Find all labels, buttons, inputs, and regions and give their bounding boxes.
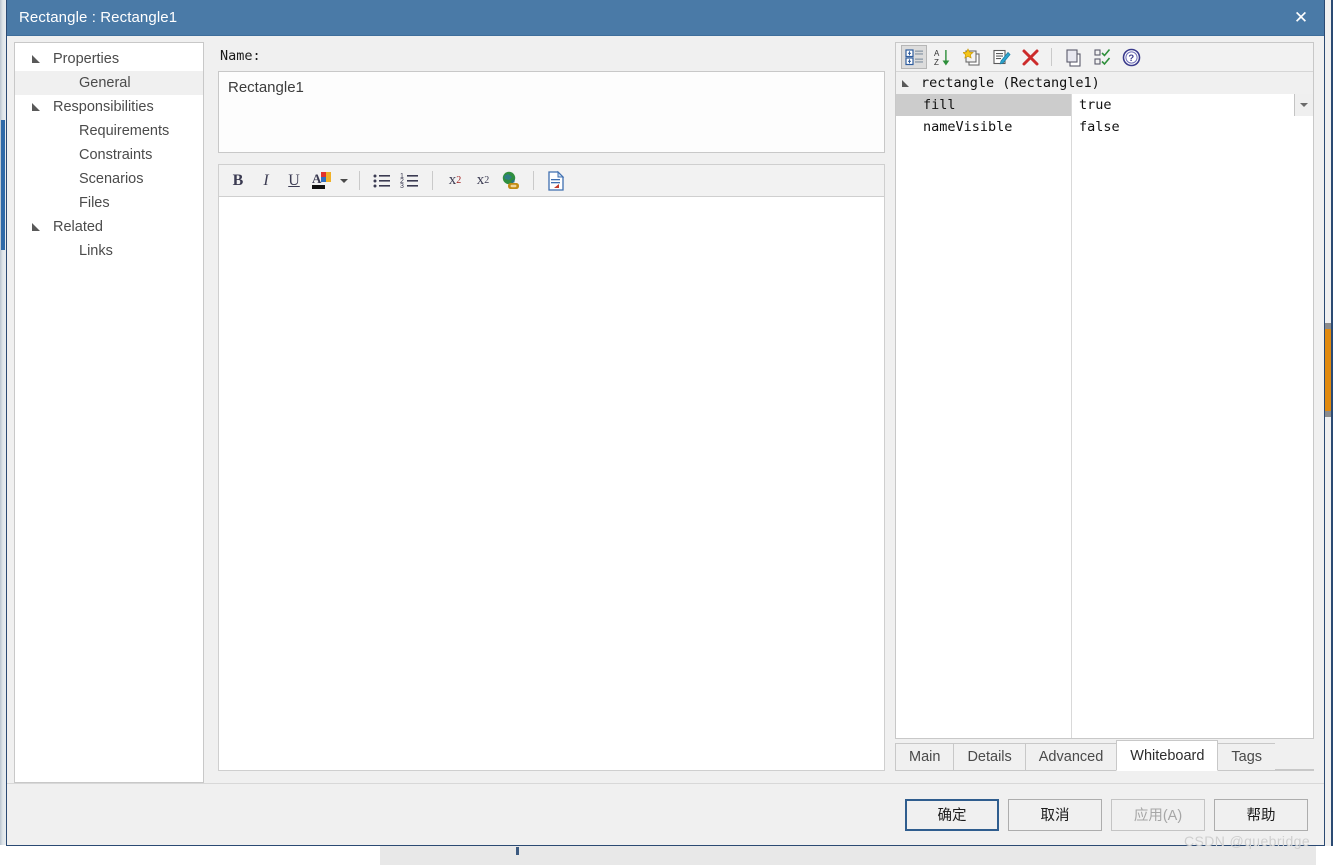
dialog-titlebar: Rectangle : Rectangle1 ✕ [7, 0, 1324, 36]
tab-tags[interactable]: Tags [1217, 743, 1277, 770]
dialog-footer: 确定 取消 应用(A) 帮助 CSDN @quebridge [7, 783, 1324, 849]
dialog-body: Properties General Responsibilities Requ… [7, 36, 1324, 783]
property-category-header[interactable]: rectangle (Rectangle1) [896, 72, 1313, 94]
tab-strip-filler [1275, 743, 1314, 770]
property-grid-toolbar: A Z ? [896, 43, 1313, 72]
property-value-text: false [1079, 119, 1120, 135]
collapse-arrow-icon[interactable] [901, 77, 914, 90]
sidebar-item-general[interactable]: General [15, 71, 203, 95]
background-bottom-tick [516, 847, 519, 855]
toolbar-separator [533, 171, 534, 190]
property-key: nameVisible [896, 116, 1072, 138]
property-grid-value-column [1072, 138, 1313, 738]
cancel-button[interactable]: 取消 [1008, 798, 1102, 831]
ok-button[interactable]: 确定 [905, 798, 999, 831]
property-grid: A Z ? rectangle (Rectangle1) fill true n… [895, 42, 1314, 739]
font-color-dropdown-icon[interactable] [337, 168, 350, 193]
bold-icon[interactable]: B [225, 168, 251, 193]
copy-icon[interactable] [1060, 45, 1086, 69]
property-key: fill [896, 94, 1072, 116]
property-value-text: true [1079, 97, 1112, 113]
svg-text:3: 3 [400, 183, 404, 190]
close-icon[interactable]: ✕ [1278, 0, 1324, 35]
tab-main[interactable]: Main [895, 743, 955, 770]
svg-text:?: ? [1128, 53, 1134, 64]
tab-whiteboard[interactable]: Whiteboard [1116, 740, 1219, 771]
expand-arrow-icon[interactable] [31, 52, 45, 66]
svg-text:Z: Z [934, 58, 939, 67]
sidebar-item-scenarios[interactable]: Scenarios [15, 167, 203, 191]
property-row-fill[interactable]: fill true [896, 94, 1313, 116]
tab-advanced[interactable]: Advanced [1024, 743, 1118, 770]
apply-button: 应用(A) [1111, 798, 1205, 831]
rich-text-toolbar: B I U A 1 2 3 x 2 x 2 [218, 164, 885, 197]
numbered-list-icon[interactable]: 1 2 3 [397, 168, 423, 193]
property-panel: A Z ? rectangle (Rectangle1) fill true n… [895, 42, 1317, 783]
property-grid-empty-area [896, 138, 1313, 738]
help-button[interactable]: 帮助 [1214, 798, 1308, 831]
underline-icon[interactable]: U [281, 168, 307, 193]
background-bottom-shelf [380, 846, 1316, 865]
toolbar-separator [432, 171, 433, 190]
help-icon[interactable]: ? [1118, 45, 1144, 69]
property-category-label: rectangle (Rectangle1) [921, 75, 1100, 91]
sidebar-item-responsibilities[interactable]: Responsibilities [15, 95, 203, 119]
sidebar-item-label: Constraints [79, 147, 153, 163]
sidebar-item-properties[interactable]: Properties [15, 47, 203, 71]
sidebar-item-related[interactable]: Related [15, 215, 203, 239]
notes-editor[interactable] [218, 197, 885, 771]
sidebar-item-label: Scenarios [79, 171, 144, 187]
property-value[interactable]: true [1072, 94, 1313, 116]
sidebar-item-label: Files [79, 195, 110, 211]
sidebar-item-constraints[interactable]: Constraints [15, 143, 203, 167]
font-color-icon[interactable]: A [309, 168, 335, 193]
sidebar-item-label: Responsibilities [53, 99, 154, 115]
sort-alphabetical-icon[interactable]: A Z [930, 45, 956, 69]
tab-details[interactable]: Details [953, 743, 1026, 770]
svg-text:A: A [934, 49, 940, 58]
expand-arrow-icon[interactable] [31, 220, 45, 234]
sidebar-item-links[interactable]: Links [15, 239, 203, 263]
sidebar-item-label: Requirements [79, 123, 170, 139]
navigation-tree: Properties General Responsibilities Requ… [14, 42, 204, 783]
sidebar-item-label: Properties [53, 51, 120, 67]
name-label: Name: [220, 48, 261, 64]
sidebar-item-label: Related [53, 219, 103, 235]
expand-arrow-icon[interactable] [31, 100, 45, 114]
general-page: Name: B I U A [204, 42, 895, 783]
property-tabs: Main Details Advanced Whiteboard Tags [895, 739, 1314, 771]
new-property-icon[interactable] [959, 45, 985, 69]
categorized-view-icon[interactable] [901, 45, 927, 69]
bullet-list-icon[interactable] [369, 168, 395, 193]
element-properties-dialog: Rectangle : Rectangle1 ✕ Properties Gene… [6, 0, 1325, 849]
sidebar-item-label: General [79, 75, 131, 91]
superscript-icon[interactable]: x2 [442, 168, 468, 193]
property-row-namevisible[interactable]: nameVisible false [896, 116, 1313, 138]
hyperlink-icon[interactable] [498, 168, 524, 193]
background-left-accent-bar [1, 120, 5, 250]
chevron-down-icon[interactable] [1294, 94, 1313, 116]
name-input[interactable] [218, 71, 885, 153]
italic-icon[interactable]: I [253, 168, 279, 193]
edit-property-icon[interactable] [988, 45, 1014, 69]
toolbar-separator [359, 171, 360, 190]
insert-document-icon[interactable] [543, 168, 569, 193]
subscript-icon[interactable]: x2 [470, 168, 496, 193]
dialog-title: Rectangle : Rectangle1 [19, 9, 178, 26]
sidebar-item-label: Links [79, 243, 113, 259]
delete-property-icon[interactable] [1017, 45, 1043, 69]
property-value[interactable]: false [1072, 116, 1313, 138]
property-grid-key-column [896, 138, 1072, 738]
sidebar-item-files[interactable]: Files [15, 191, 203, 215]
sidebar-item-requirements[interactable]: Requirements [15, 119, 203, 143]
select-columns-icon[interactable] [1089, 45, 1115, 69]
svg-text:A: A [312, 171, 322, 186]
toolbar-separator [1051, 48, 1052, 66]
